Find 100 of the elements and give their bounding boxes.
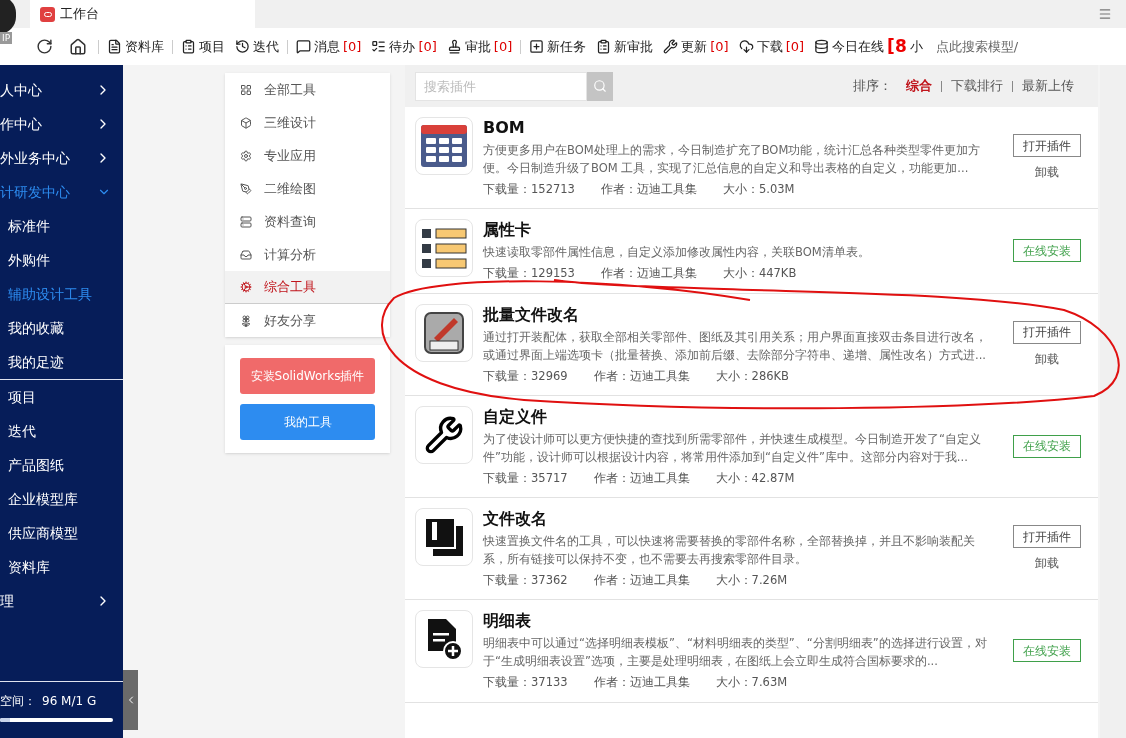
sidebar-item[interactable]: 供应商模型	[0, 516, 123, 550]
toolbar-link[interactable]: 新任务	[524, 36, 592, 57]
uninstall-link[interactable]: 卸载	[1035, 554, 1059, 573]
category-item[interactable]: 好友分享	[225, 304, 390, 337]
plugin-size: 大小：286KB	[715, 367, 789, 385]
download-count: 下载量：35717	[483, 469, 568, 487]
plugin-description: 明细表中可以通过“选择明细表模板”、“材料明细表的类型”、“分割明细表”的选择进行设置，对于“生成明细表设置”选项，主要是处理明细表，在图纸上会立即生成符合国标要求的...	[483, 635, 988, 671]
sidebar-subitem[interactable]: 辅助设计工具	[0, 277, 123, 311]
toolbar-link[interactable]: 新审批	[591, 36, 659, 57]
plugin-description: 快速置换文件名的工具，可以快速将需要替换的零部件名称，全部替换掉，并且不影响装配关系，所有链接可以保持不变，也不需要去再搜索零部件目录。	[483, 533, 976, 568]
pen-icon	[240, 182, 252, 195]
server-icon	[240, 215, 252, 228]
refresh-icon[interactable]	[36, 38, 53, 55]
category-item[interactable]: 三维设计	[225, 106, 390, 139]
sidebar-item[interactable]: 理	[0, 584, 123, 618]
toolbar-link[interactable]: 资料库	[102, 36, 169, 57]
chat-icon	[296, 39, 311, 54]
plugin-size: 大小：7.26M	[715, 572, 788, 589]
install-online-button[interactable]: 在线安装	[1013, 639, 1081, 663]
grid-icon	[240, 83, 252, 96]
sidebar-item[interactable]: 资料库	[0, 550, 123, 584]
sidebar-item[interactable]: 迭代	[0, 414, 123, 448]
cog-icon	[240, 281, 252, 293]
gear-icon	[240, 149, 252, 162]
plugin-title: 批量文件改名	[483, 303, 580, 326]
document-pen-icon	[424, 311, 464, 354]
document-icon	[107, 39, 122, 54]
sidebar-item[interactable]: 人中心	[0, 73, 123, 107]
list-icon	[371, 39, 387, 54]
open-plugin-button[interactable]: 打开插件	[1013, 320, 1081, 344]
open-plugin-button[interactable]: 打开插件	[1013, 134, 1081, 158]
plugin-title: 明细表	[483, 610, 532, 633]
sidebar-subitem[interactable]: 外购件	[0, 243, 123, 277]
plugin-author: 作者：迈迪工具集	[593, 367, 690, 385]
toolbar-link[interactable]: 迭代	[230, 36, 284, 57]
stamp-icon	[446, 39, 462, 54]
category-item[interactable]: 全部工具	[225, 73, 390, 106]
collapse-handle[interactable]	[123, 670, 138, 730]
database-icon	[814, 39, 830, 54]
sidebar-subitem[interactable]: 我的收藏	[0, 311, 123, 345]
storage-label: 空间：	[0, 693, 36, 710]
toolbar-link[interactable]: 更新 [0]	[658, 36, 734, 57]
open-plugin-button[interactable]: 打开插件	[1013, 525, 1081, 549]
app-logo-icon	[40, 6, 55, 22]
plugin-description: 方便更多用户在BOM处理上的需求，今日制造扩充了BOM功能，统计汇总各种类型零件更加方便。今日制造升级了BOM 工具，实现了汇总信息的自定义和导出表格的自定义，功能更加...	[483, 142, 982, 177]
browser-tab[interactable]: 工作台	[30, 0, 255, 28]
sidebar-item[interactable]: 外业务中心	[0, 141, 123, 175]
plugin-description: 通过打开装配体，获取全部相关零部件、图纸及其引用关系；用户界面直接双击条目进行改名，或通过界面上端选项卡（批量替换、添加前后缀、去除部分字符串、递增、属性改名）方式进...	[483, 328, 988, 364]
uninstall-link[interactable]: 卸载	[1035, 349, 1059, 368]
sidebar-item[interactable]: 企业模型库	[0, 482, 123, 516]
plugin-size: 大小：7.63M	[715, 674, 788, 692]
vip-badge: IP	[0, 32, 13, 44]
search-icon	[593, 79, 607, 93]
category-item[interactable]: 二维绘图	[225, 172, 390, 205]
plugin-title: 文件改名	[483, 508, 548, 530]
sidebar-item[interactable]: 产品图纸	[0, 448, 123, 482]
sidebar-item[interactable]: 计研发中心	[0, 175, 123, 209]
home-icon[interactable]	[69, 37, 87, 56]
uninstall-link[interactable]: 卸载	[1035, 163, 1059, 182]
clipboard-icon	[181, 39, 196, 54]
category-item[interactable]: 专业应用	[225, 139, 390, 172]
sidebar-item[interactable]: 作中心	[0, 107, 123, 141]
sort-label: 排序：	[853, 77, 892, 96]
tray-icon	[240, 248, 252, 261]
toolbar-link[interactable]: 今日在线 [8 小	[809, 33, 928, 60]
category-item[interactable]: 综合工具	[225, 271, 390, 304]
sidebar-subitem[interactable]: 我的足迹	[0, 345, 123, 379]
plugin-author: 作者：迈迪工具集	[593, 469, 690, 487]
plugin-size: 大小：42.87M	[715, 469, 795, 487]
install-online-button[interactable]: 在线安装	[1013, 434, 1081, 458]
plugin-author: 作者：迈迪工具集	[600, 181, 697, 198]
toolbar-link[interactable]: 消息 [0]	[291, 36, 367, 57]
toolbar-link[interactable]: 下载 [0]	[733, 36, 810, 57]
sort-option[interactable]: 最新上传	[1022, 76, 1074, 96]
download-count: 下载量：37362	[483, 572, 568, 589]
sidebar-item[interactable]: 项目	[0, 380, 123, 414]
download-count: 下载量：152713	[483, 181, 575, 198]
install-online-button[interactable]: 在线安装	[1013, 239, 1081, 263]
category-item[interactable]: 资料查询	[225, 205, 390, 238]
search-hint[interactable]: 点此搜索模型/	[935, 36, 1019, 57]
plugin-description: 快速读取零部件属性信息，自定义添加修改属性内容，关联BOM清单表。	[483, 244, 871, 262]
menu-icon[interactable]	[1098, 7, 1112, 21]
sort-option[interactable]: 综合	[906, 76, 932, 96]
category-item[interactable]: 计算分析	[225, 238, 390, 271]
plugin-title: 自定义件	[483, 405, 548, 428]
sidebar-subitem[interactable]: 标准件	[0, 209, 123, 243]
wrench-icon	[424, 414, 464, 455]
plugin-title: 属性卡	[483, 219, 532, 242]
plugin-title: BOM	[483, 117, 526, 139]
clipboard-icon	[596, 39, 612, 54]
cloud-download-icon	[738, 39, 754, 54]
plugin-size: 大小：447KB	[722, 265, 797, 283]
wrench-icon	[663, 39, 679, 54]
download-count: 下载量：32969	[483, 367, 568, 385]
toolbar-link[interactable]: 项目	[176, 36, 230, 57]
plugin-author: 作者：迈迪工具集	[600, 265, 697, 283]
toolbar-link[interactable]: 审批 [0]	[441, 36, 518, 57]
toolbar-link[interactable]: 待办 [0]	[366, 36, 442, 57]
flower-icon	[240, 314, 252, 327]
sort-option[interactable]: 下载排行	[951, 76, 1003, 96]
